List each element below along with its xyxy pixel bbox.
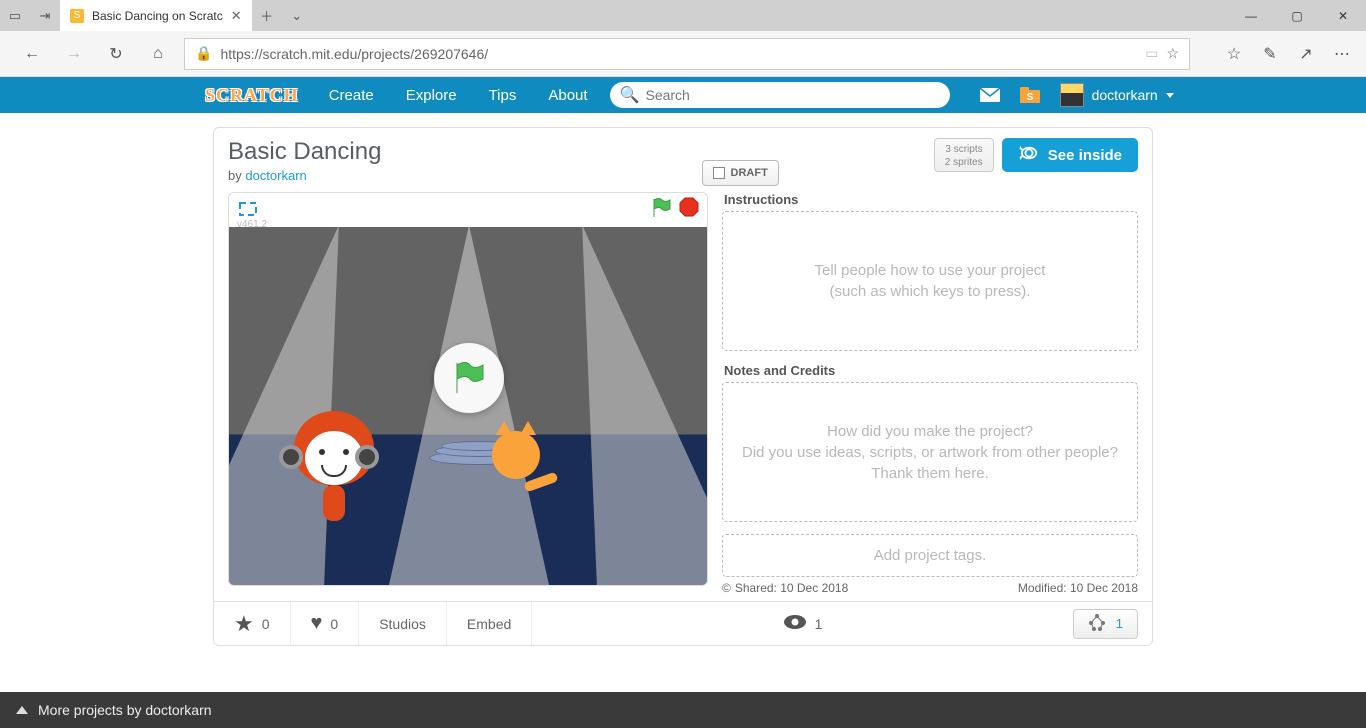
draft-toggle[interactable]: DRAFT [702,160,779,186]
project-title[interactable]: Basic Dancing [228,138,702,166]
favorites-hub-icon[interactable]: ☆ [1218,38,1250,70]
shared-date: Shared: 10 Dec 2018 [735,581,848,595]
instructions-input[interactable]: Tell people how to use your project (suc… [722,211,1138,351]
set-aside-tabs-icon[interactable]: ⇥ [30,0,60,31]
window-minimize-icon[interactable]: — [1228,0,1274,31]
search-input[interactable] [645,87,939,103]
project-stats: 3 scripts 2 sprites [934,138,994,172]
eye-icon [783,614,807,633]
sprites-count: 2 sprites [945,156,983,169]
refresh-button[interactable]: ↻ [100,38,132,70]
lock-icon: 🔒 [195,45,212,62]
pico-sprite [289,405,379,525]
green-flag-icon[interactable] [651,197,671,224]
username: doctorkarn [1092,87,1158,103]
chevron-down-icon [1166,93,1174,98]
studios-button[interactable]: Studios [359,602,447,645]
scratch-logo[interactable]: SCRATCH [205,85,313,106]
address-bar[interactable]: 🔒 https://scratch.mit.edu/projects/26920… [184,38,1190,70]
settings-icon[interactable]: ⋯ [1326,38,1358,70]
tab-title: Basic Dancing on Scratc [92,9,223,23]
avatar [1060,83,1084,107]
studios-label: Studios [379,616,426,632]
instructions-placeholder: Tell people how to use your project (suc… [815,260,1046,302]
svg-text:S: S [1026,92,1033,103]
scripts-count: 3 scripts [945,143,983,156]
instructions-label: Instructions [724,192,1138,207]
play-overlay-button[interactable] [434,343,504,413]
tab-actions-icon[interactable]: ▭ [0,0,30,31]
messages-icon[interactable] [970,77,1010,113]
notes-icon[interactable]: ✎ [1254,38,1286,70]
embed-label: Embed [467,616,511,632]
copyright-icon: © [722,581,731,595]
draft-checkbox[interactable] [713,167,725,179]
favorite-star-icon[interactable]: ☆ [1166,45,1179,62]
favorite-button[interactable]: ★ 0 [214,602,291,645]
love-button[interactable]: ♥ 0 [291,602,360,645]
see-inside-icon [1018,144,1040,166]
home-button[interactable]: ⌂ [142,38,174,70]
url-text: https://scratch.mit.edu/projects/2692076… [220,46,1137,62]
browser-tab[interactable]: S Basic Dancing on Scratc ✕ [60,0,252,31]
remix-tree-icon [1088,613,1106,634]
tab-chevron-icon[interactable]: ⌄ [282,0,312,31]
heart-icon: ♥ [311,612,323,635]
see-inside-label: See inside [1048,147,1122,164]
chevron-up-icon [16,706,28,714]
player-version: v461.2 [237,219,267,230]
search-box[interactable]: 🔍 [610,82,950,108]
search-icon: 🔍 [620,85,640,105]
nav-about[interactable]: About [532,77,603,113]
byline: by doctorkarn [228,168,702,183]
by-prefix: by [228,168,245,183]
project-stage[interactable]: v461.2 [228,192,708,586]
embed-button[interactable]: Embed [447,602,532,645]
close-tab-icon[interactable]: ✕ [231,8,242,24]
notes-input[interactable]: How did you make the project? Did you us… [722,382,1138,522]
browser-toolbar: ← → ↻ ⌂ 🔒 https://scratch.mit.edu/projec… [0,31,1366,77]
forward-button[interactable]: → [58,38,90,70]
tags-placeholder: Add project tags. [874,545,987,566]
views-cell: 1 [763,602,843,645]
nav-tips[interactable]: Tips [473,77,533,113]
scratch-favicon-icon: S [70,9,84,23]
view-count: 1 [815,616,823,632]
user-menu[interactable]: doctorkarn [1050,83,1184,107]
back-button[interactable]: ← [16,38,48,70]
window-close-icon[interactable]: ✕ [1320,0,1366,31]
remix-tree-button[interactable]: 1 [1073,609,1138,639]
modified-date: Modified: 10 Dec 2018 [1018,581,1138,595]
star-icon: ★ [234,611,254,637]
author-link[interactable]: doctorkarn [245,168,306,183]
tags-input[interactable]: Add project tags. [722,534,1138,577]
scratch-cat-sprite [484,421,554,491]
nav-create[interactable]: Create [313,77,390,113]
reading-view-icon[interactable]: ▭ [1145,45,1158,62]
stop-sign-icon[interactable] [679,197,699,224]
love-count: 0 [330,616,338,632]
favorite-count: 0 [262,616,270,632]
see-inside-button[interactable]: See inside [1002,138,1138,172]
mystuff-icon[interactable]: S [1010,77,1050,113]
nav-explore[interactable]: Explore [390,77,473,113]
remix-count: 1 [1116,616,1123,631]
project-card: Basic Dancing by doctorkarn DRAFT 3 scri… [213,127,1153,646]
page-body: Basic Dancing by doctorkarn DRAFT 3 scri… [0,113,1366,692]
draft-label: DRAFT [731,167,768,179]
new-tab-icon[interactable]: ＋ [252,0,282,31]
window-restore-icon[interactable]: ▢ [1274,0,1320,31]
notes-label: Notes and Credits [724,363,1138,378]
site-navbar: SCRATCH Create Explore Tips About 🔍 S do… [0,77,1366,113]
project-footer: ★ 0 ♥ 0 Studios Embed 1 [214,601,1152,645]
notes-placeholder: How did you make the project? Did you us… [733,421,1127,484]
more-projects-bar[interactable]: More projects by doctorkarn [0,692,1366,728]
more-projects-label: More projects by doctorkarn [38,702,212,718]
browser-tabstrip: ▭ ⇥ S Basic Dancing on Scratc ✕ ＋ ⌄ — ▢ … [0,0,1366,31]
share-icon[interactable]: ↗ [1290,38,1322,70]
